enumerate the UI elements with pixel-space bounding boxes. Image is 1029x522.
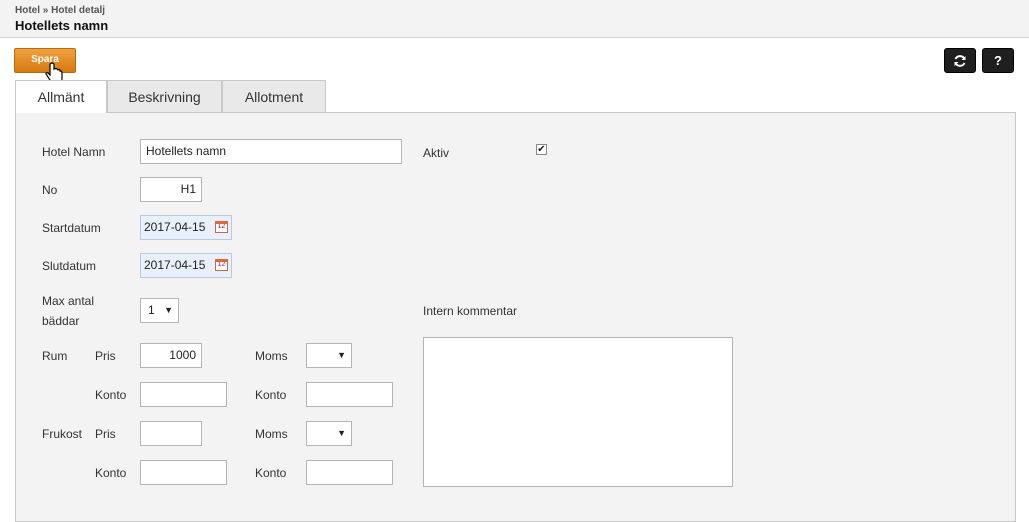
- rum-konto-label: Konto: [95, 388, 127, 402]
- chevron-down-icon: ▼: [164, 305, 173, 315]
- tab-beskrivning[interactable]: Beskrivning: [107, 80, 222, 112]
- breadcrumb[interactable]: Hotel » Hotel detalj: [15, 5, 105, 16]
- tab-allotment[interactable]: Allotment: [222, 80, 326, 112]
- rum-konto-input[interactable]: [140, 382, 227, 407]
- startdatum-label: Startdatum: [42, 221, 101, 235]
- header-bar: Hotel » Hotel detalj Hotellets namn: [0, 0, 1029, 38]
- refresh-icon: [954, 55, 966, 67]
- frukost-moms-konto-label: Konto: [255, 466, 287, 480]
- baddar-label: bäddar: [42, 314, 80, 328]
- rum-pris-label: Pris: [95, 349, 116, 363]
- chevron-down-icon: ▼: [337, 350, 346, 360]
- calendar-icon[interactable]: 12: [215, 259, 228, 271]
- slutdatum-input[interactable]: 2017-04-15 12: [140, 253, 232, 278]
- rum-moms-konto-input[interactable]: [306, 382, 393, 407]
- slutdatum-label: Slutdatum: [42, 259, 97, 273]
- frukost-moms-konto-input[interactable]: [306, 460, 393, 485]
- hotel-namn-input[interactable]: Hotellets namn: [140, 139, 402, 164]
- no-label: No: [42, 183, 58, 197]
- rum-pris-input[interactable]: 1000: [140, 343, 202, 368]
- frukost-label: Frukost: [42, 427, 83, 441]
- page-title: Hotellets namn: [15, 18, 109, 33]
- refresh-button[interactable]: [944, 48, 976, 73]
- frukost-pris-label: Pris: [95, 427, 116, 441]
- startdatum-value: 2017-04-15: [144, 220, 206, 234]
- no-input[interactable]: H1: [140, 177, 202, 202]
- frukost-moms-label: Moms: [255, 427, 288, 441]
- rum-moms-label: Moms: [255, 349, 288, 363]
- intern-kommentar-textarea[interactable]: [423, 337, 733, 487]
- aktiv-checkbox[interactable]: ✔: [536, 144, 547, 155]
- slutdatum-value: 2017-04-15: [144, 258, 206, 272]
- max-antal-select[interactable]: 1 ▼: [140, 298, 179, 323]
- tab-allmant[interactable]: Allmänt: [15, 80, 107, 113]
- intern-kommentar-label: Intern kommentar: [423, 304, 518, 318]
- frukost-pris-input[interactable]: [140, 421, 202, 446]
- rum-label: Rum: [42, 349, 68, 363]
- help-button[interactable]: ?: [982, 48, 1014, 73]
- chevron-down-icon: ▼: [337, 428, 346, 438]
- frukost-moms-select[interactable]: ▼: [306, 421, 352, 446]
- rum-moms-select[interactable]: ▼: [306, 343, 352, 368]
- frukost-konto-input[interactable]: [140, 460, 227, 485]
- max-antal-value: 1: [148, 303, 155, 317]
- hotel-namn-label: Hotel Namn: [42, 145, 106, 159]
- frukost-konto-label: Konto: [95, 466, 127, 480]
- calendar-icon[interactable]: 12: [215, 221, 228, 233]
- aktiv-label: Aktiv: [423, 146, 450, 160]
- rum-moms-konto-label: Konto: [255, 388, 287, 402]
- startdatum-input[interactable]: 2017-04-15 12: [140, 215, 232, 240]
- max-antal-label: Max antal: [42, 294, 95, 308]
